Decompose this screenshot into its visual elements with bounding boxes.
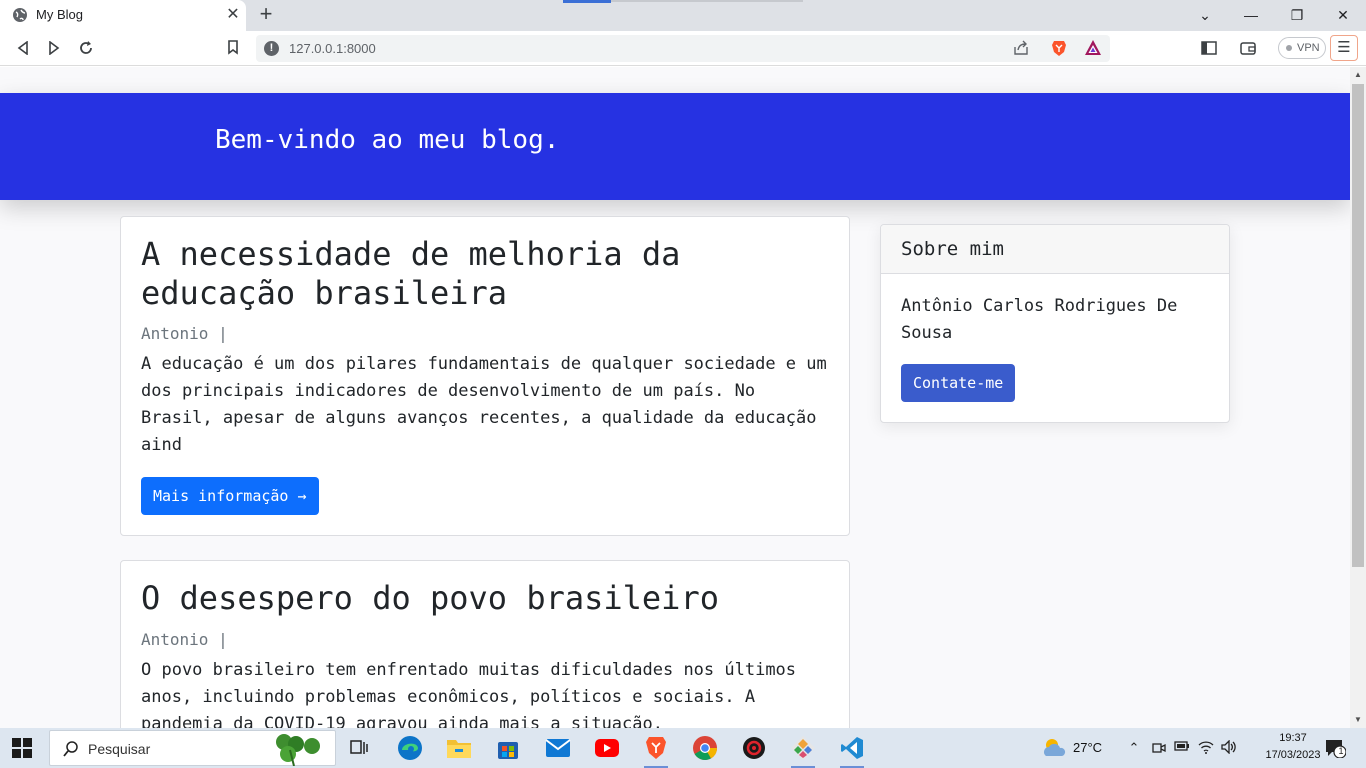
blog-header: Bem-vindo ao meu blog.	[0, 93, 1350, 200]
vpn-button[interactable]: VPN	[1278, 37, 1326, 59]
new-tab-button[interactable]: +	[254, 3, 278, 27]
task-view-icon	[350, 740, 368, 754]
store-icon	[498, 742, 518, 759]
temperature-text[interactable]: 27°C	[1073, 740, 1102, 755]
brave-browser-icon	[646, 737, 666, 759]
tray-chevron-up-icon[interactable]: ⌃	[1126, 740, 1142, 756]
contact-button[interactable]: Contate-me	[901, 364, 1016, 402]
tab-strip: My Blog ✕ + ⌄ — ❐ ✕	[0, 0, 1366, 31]
tab-search-chevron-icon[interactable]: ⌄	[1182, 0, 1228, 31]
search-icon	[63, 741, 78, 757]
meet-now-icon[interactable]	[1151, 740, 1167, 756]
post-author: Antonio |	[141, 324, 228, 343]
url-text[interactable]: 127.0.0.1:8000	[289, 41, 376, 56]
wallet-button[interactable]	[1235, 36, 1261, 60]
back-button[interactable]	[10, 36, 36, 60]
address-bar[interactable]: ! 127.0.0.1:8000	[256, 35, 1110, 62]
youtube-button[interactable]	[591, 732, 623, 764]
windows-taskbar: Pesquisar 27°C ⌃ 19:37 17/03/2023 1	[0, 728, 1366, 768]
main-menu-button[interactable]: ☰	[1330, 35, 1358, 61]
search-placeholder: Pesquisar	[88, 741, 151, 757]
scroll-down-arrow-icon[interactable]: ▼	[1350, 712, 1366, 728]
reload-button[interactable]	[73, 36, 99, 60]
vscode-button[interactable]	[836, 732, 868, 768]
forward-icon	[49, 40, 60, 56]
reload-icon	[80, 41, 92, 54]
chrome-button[interactable]	[689, 732, 721, 764]
tab-title: My Blog	[36, 7, 83, 22]
tab-indicator-track	[611, 0, 803, 2]
vpn-status-dot	[1286, 45, 1292, 51]
windows-start-icon[interactable]	[12, 738, 32, 758]
author-full-name: Antônio Carlos Rodrigues De Sousa	[901, 296, 1178, 343]
post-title[interactable]: A necessidade de melhoria da educação br…	[141, 235, 831, 313]
restore-button[interactable]: ❐	[1274, 0, 1320, 31]
youtube-icon	[595, 739, 619, 757]
post-excerpt: O povo brasileiro tem enfrentado muitas …	[141, 660, 797, 728]
post-card: A necessidade de melhoria da educação br…	[120, 216, 850, 536]
share-icon[interactable]	[1012, 39, 1030, 57]
post-excerpt: A educação é um dos pilares fundamentais…	[141, 354, 827, 455]
mail-icon	[545, 739, 571, 757]
site-info-icon[interactable]: !	[264, 41, 279, 56]
hamburger-icon: ☰	[1337, 39, 1351, 56]
brave-browser-button[interactable]	[640, 732, 672, 768]
wallet-icon	[1240, 42, 1256, 55]
forward-button[interactable]	[41, 36, 67, 60]
task-view-button[interactable]	[344, 732, 376, 764]
page-scrollbar[interactable]: ▲ ▼	[1350, 67, 1366, 728]
folder-icon	[447, 740, 471, 758]
davinci-app-button[interactable]	[738, 732, 770, 764]
post-card: O desespero do povo brasileiro Antonio |…	[120, 560, 850, 728]
git-app-button[interactable]	[787, 732, 819, 768]
browser-tab[interactable]: My Blog ✕	[0, 0, 246, 31]
edge-button[interactable]	[394, 732, 426, 764]
read-more-button[interactable]: Mais informação →	[141, 477, 319, 515]
back-icon	[17, 40, 28, 56]
clock-date[interactable]: 17/03/2023	[1261, 749, 1325, 761]
scroll-up-arrow-icon[interactable]: ▲	[1350, 67, 1366, 83]
browser-toolbar: ! 127.0.0.1:8000 VPN ☰	[0, 31, 1366, 66]
chrome-icon	[693, 736, 717, 761]
weather-cloud-sun-icon[interactable]	[1040, 736, 1068, 760]
notification-center-button[interactable]: 1	[1324, 738, 1347, 759]
microsoft-store-button[interactable]	[492, 732, 524, 764]
minimize-button[interactable]: —	[1228, 0, 1274, 31]
post-title[interactable]: O desespero do povo brasileiro	[141, 579, 831, 618]
globe-icon	[13, 8, 27, 22]
edge-icon	[398, 736, 422, 760]
sidebar-icon	[1201, 41, 1217, 55]
notification-count: 1	[1338, 746, 1344, 756]
about-me-header: Sobre mim	[881, 225, 1229, 274]
git-diamond-icon	[791, 736, 815, 760]
brave-shields-icon[interactable]	[1050, 39, 1068, 57]
brave-rewards-icon[interactable]	[1084, 39, 1102, 57]
wifi-icon[interactable]	[1198, 740, 1214, 756]
bookmark-button[interactable]	[220, 36, 246, 60]
clock-time[interactable]: 19:37	[1265, 732, 1321, 744]
about-me-card: Sobre mim Antônio Carlos Rodrigues De So…	[880, 224, 1230, 423]
close-window-button[interactable]: ✕	[1320, 0, 1366, 31]
blog-welcome-title: Bem-vindo ao meu blog.	[215, 125, 560, 155]
bookmark-icon	[228, 40, 238, 55]
app-red-gear-icon	[743, 737, 765, 759]
sidebar-toggle-button[interactable]	[1196, 36, 1222, 60]
post-author: Antonio |	[141, 630, 228, 649]
clover-icon	[276, 734, 320, 766]
file-explorer-button[interactable]	[443, 732, 475, 764]
mail-button[interactable]	[542, 732, 574, 764]
scroll-thumb[interactable]	[1352, 84, 1364, 567]
tab-close-icon[interactable]: ✕	[222, 4, 244, 26]
vscode-icon	[841, 737, 863, 759]
page-viewport: Bem-vindo ao meu blog. A necessidade de …	[0, 67, 1350, 728]
volume-icon[interactable]	[1221, 739, 1237, 756]
about-me-title: Sobre mim	[901, 238, 1004, 260]
vpn-label: VPN	[1297, 42, 1320, 54]
tab-indicator	[563, 0, 611, 3]
battery-icon[interactable]	[1174, 740, 1190, 756]
